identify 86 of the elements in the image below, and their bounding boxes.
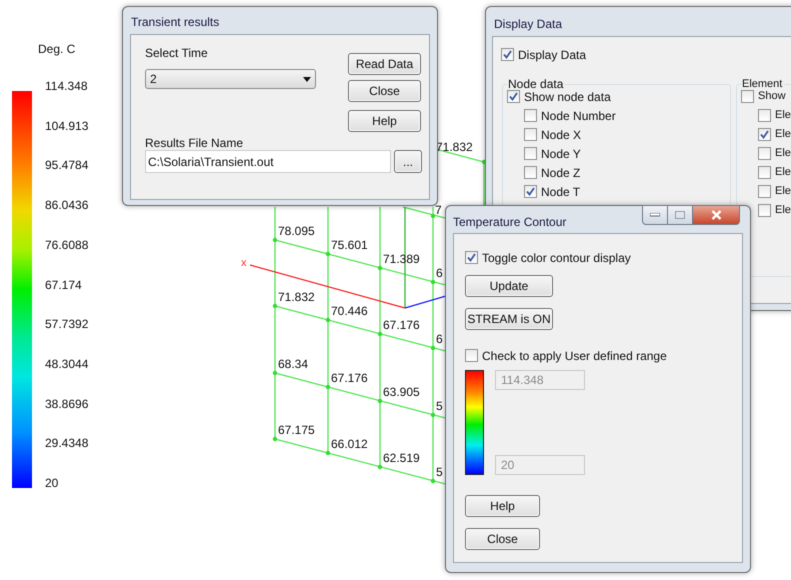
checkbox[interactable] <box>758 166 771 179</box>
node-value-label: 5 <box>436 399 443 413</box>
node-value-label: 67.176 <box>331 371 368 385</box>
checkbox-label[interactable]: Ele <box>775 167 791 178</box>
checkbox[interactable] <box>758 185 771 198</box>
checkbox[interactable] <box>465 251 478 264</box>
checkbox[interactable] <box>524 109 537 122</box>
minimize-icon <box>650 213 660 217</box>
node-value-label: 71.832 <box>436 140 473 154</box>
checkbox-label[interactable]: Ele <box>775 186 791 197</box>
node-value-label: 70.446 <box>331 304 368 318</box>
checkbox-label[interactable]: Ele <box>775 110 791 121</box>
node-value-label: 67.175 <box>278 423 315 437</box>
scale-label: 48.3044 <box>45 358 88 370</box>
button[interactable]: Help <box>465 495 540 517</box>
button[interactable]: Close <box>465 528 540 550</box>
checkbox-label[interactable]: Node X <box>541 128 582 140</box>
window-title: Display Data <box>494 16 562 33</box>
file-name-field[interactable]: C:\Solaria\Transient.out <box>145 150 391 173</box>
checkbox[interactable] <box>524 185 537 198</box>
scale-label: 114.348 <box>45 80 88 92</box>
scale-label: 20 <box>45 477 58 489</box>
scale-label: 67.174 <box>45 278 82 290</box>
checkbox-label[interactable]: Toggle color contour display <box>482 252 631 264</box>
button[interactable]: ... <box>394 150 422 173</box>
checkbox[interactable] <box>741 90 754 103</box>
checkbox-label[interactable]: Check to apply User defined range <box>482 350 667 362</box>
node-value-label: 78.095 <box>278 224 315 238</box>
checkbox[interactable] <box>524 166 537 179</box>
maximize-button[interactable] <box>668 205 693 225</box>
checkbox-label[interactable]: Node T <box>541 186 580 198</box>
checkbox-label[interactable]: Ele <box>775 148 791 159</box>
button[interactable]: Help <box>348 110 421 132</box>
checkbox[interactable] <box>758 147 771 160</box>
checkbox-label[interactable]: Ele <box>775 205 791 216</box>
scale-label: 95.4784 <box>45 159 88 172</box>
button[interactable]: STREAM is ON <box>465 308 553 330</box>
group-title: Element <box>741 77 784 91</box>
checkbox-label[interactable]: Show <box>758 91 786 102</box>
node-value-label: 66.012 <box>331 437 368 451</box>
checkbox-label[interactable]: Show node data <box>524 90 611 102</box>
button[interactable]: Update <box>465 275 553 297</box>
node-value-label: 7 <box>435 203 442 217</box>
window-title: Transient results <box>131 14 220 31</box>
checkbox-label[interactable]: Ele <box>775 129 791 140</box>
checkbox-label[interactable]: Node Y <box>541 148 581 160</box>
field-label: Select Time <box>145 45 209 60</box>
checkbox[interactable] <box>758 204 771 217</box>
checkbox[interactable] <box>758 128 771 141</box>
node-value-label: 68.34 <box>278 357 308 371</box>
scale-label: 104.913 <box>45 120 88 132</box>
checkbox[interactable] <box>501 48 514 61</box>
checkbox-label[interactable]: Display Data <box>518 48 586 60</box>
field-label: Results File Name <box>145 135 244 149</box>
window-title: Temperature Contour <box>453 214 566 231</box>
node-value-label: 71.832 <box>278 290 315 304</box>
checkbox[interactable] <box>758 109 771 122</box>
scale-label: 86.0436 <box>45 199 88 212</box>
legend-title: Deg. C <box>38 41 76 58</box>
maximize-icon <box>675 211 685 219</box>
node-value-label: 67.176 <box>383 318 420 332</box>
checkbox-label[interactable]: Node Z <box>541 166 580 178</box>
axis-label: x <box>241 257 246 269</box>
group-title: Node data <box>507 77 564 91</box>
checkbox-label[interactable]: Node Number <box>541 110 616 122</box>
node-value-label: 6 <box>436 266 443 280</box>
button[interactable]: Close <box>348 80 421 102</box>
close-button[interactable] <box>693 205 740 225</box>
checkbox[interactable] <box>524 128 537 141</box>
scale-label: 38.8696 <box>45 398 88 410</box>
node-value-label: 75.601 <box>331 238 368 252</box>
caret-icon <box>303 76 311 82</box>
scale-label: 29.4348 <box>45 437 88 450</box>
checkbox[interactable] <box>524 147 537 160</box>
node-value-label: 62.519 <box>383 451 420 465</box>
time-dropdown[interactable]: 2 <box>145 69 316 89</box>
node-value-label: 63.905 <box>383 385 420 399</box>
node-value-label: 5 <box>436 465 443 479</box>
scale-label: 76.6088 <box>45 238 88 251</box>
close-icon <box>710 210 722 220</box>
checkbox[interactable] <box>465 349 478 362</box>
scale-label: 57.7392 <box>45 318 88 330</box>
button[interactable]: Read Data <box>348 53 421 75</box>
checkbox[interactable] <box>507 90 520 103</box>
minimize-button[interactable] <box>642 205 668 225</box>
node-value-label: 6 <box>436 332 443 346</box>
